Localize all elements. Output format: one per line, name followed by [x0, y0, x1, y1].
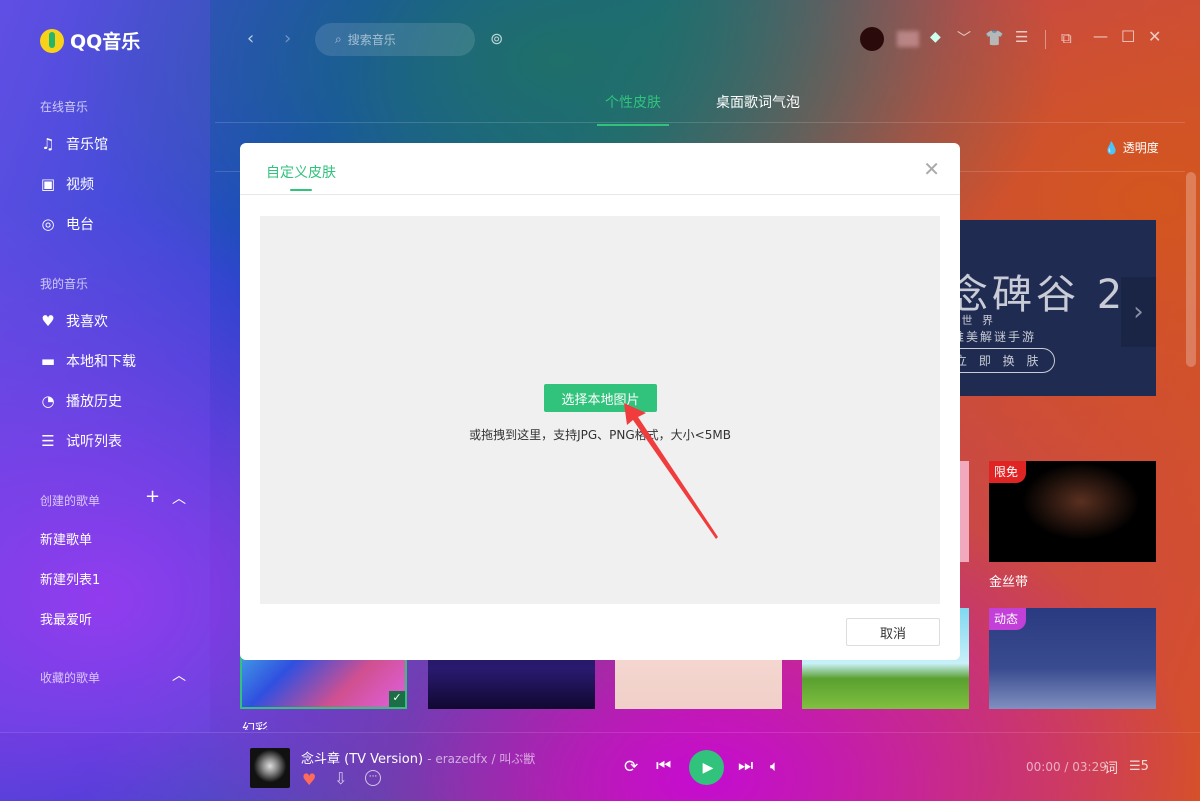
sidebar-item-music-hall[interactable]: ♫ 音乐馆 [40, 134, 108, 154]
annotation-arrow-icon [620, 401, 740, 541]
maximize-icon[interactable]: ☐ [1121, 27, 1135, 46]
queue-icon: ☰ [1129, 759, 1141, 774]
sidebar-item-video[interactable]: ▣ 视频 [40, 174, 94, 194]
sidebar-item-favorites[interactable]: ♥ 我喜欢 [40, 311, 108, 331]
listen-recognize-icon[interactable]: ⊚ [490, 29, 503, 48]
section-mine: 我的音乐 [40, 275, 88, 292]
forward-icon[interactable]: › [284, 28, 291, 49]
drop-icon: 💧 [1104, 141, 1119, 155]
search-placeholder: 搜索音乐 [348, 31, 396, 48]
section-created: 创建的歌单 [40, 492, 100, 509]
history-icon: ◔ [40, 392, 56, 410]
skin-tabs: 个性皮肤 桌面歌词气泡 [605, 92, 800, 112]
label: 本地和下载 [66, 351, 136, 371]
heart-icon: ♥ [40, 312, 56, 330]
avatar[interactable] [860, 27, 884, 51]
collapse-icon[interactable]: ︿ [172, 488, 186, 508]
add-playlist-icon[interactable]: + [145, 486, 160, 507]
artist[interactable]: - erazedfx / 叫ぶ獣 [427, 752, 535, 766]
chevron-down-icon[interactable]: ﹀ [957, 28, 971, 48]
label: 视频 [66, 174, 94, 194]
label: 试听列表 [66, 431, 122, 451]
section-online: 在线音乐 [40, 98, 88, 115]
skin-shirt-icon[interactable]: 👕 [985, 29, 1004, 47]
monitor-icon: ▬ [40, 352, 56, 370]
skin-thumb[interactable]: 限免 [989, 461, 1156, 562]
section-collected: 收藏的歌单 [40, 669, 100, 686]
opacity-button[interactable]: 💧 透明度 [1104, 139, 1159, 156]
username-blurred[interactable] [897, 31, 919, 47]
sidebar-item-local[interactable]: ▬ 本地和下载 [40, 351, 136, 371]
divider [240, 194, 960, 195]
queue-count: 5 [1141, 759, 1149, 774]
previous-icon[interactable]: ⏮ [656, 756, 671, 776]
search-input[interactable]: ⌕ 搜索音乐 [315, 23, 475, 56]
sidebar-item-trial-list[interactable]: ☰ 试听列表 [40, 431, 122, 451]
banner-next-icon[interactable]: › [1121, 277, 1156, 347]
image-drop-zone[interactable]: 选择本地图片 或拖拽到这里，支持JPG、PNG格式，大小<5MB [260, 216, 940, 604]
cancel-button[interactable]: 取消 [846, 618, 940, 646]
menu-icon[interactable]: ☰ [1015, 28, 1028, 46]
playback-time: 00:00 / 03:29 [1026, 760, 1107, 774]
sidebar-item-history[interactable]: ◔ 播放历史 [40, 391, 122, 411]
sidebar: QQ音乐 在线音乐 ♫音乐馆 ▣视频 ◎电台 我的音乐 ♥我喜欢 ▬本地和下载 … [0, 0, 210, 732]
collapse-icon[interactable]: ︿ [172, 665, 186, 685]
upload-hint: 或拖拽到这里，支持JPG、PNG格式，大小<5MB [260, 426, 940, 443]
video-icon: ▣ [40, 175, 56, 193]
divider [1045, 30, 1046, 49]
app-name: QQ音乐 [70, 27, 140, 54]
label: 我喜欢 [66, 311, 108, 331]
scrollbar[interactable] [1186, 172, 1196, 367]
app-logo[interactable]: QQ音乐 [40, 27, 140, 54]
download-icon[interactable]: ⇩ [334, 769, 347, 788]
skin-label: 金丝带 [989, 571, 1028, 589]
tab-personal-skin[interactable]: 个性皮肤 [605, 92, 661, 112]
opacity-label: 透明度 [1123, 141, 1159, 155]
player-bar: 念斗章 (TV Version) - erazedfx / 叫ぶ獣 ♥ ⇩ ··… [0, 732, 1200, 801]
promo-banner[interactable]: 纪念碑谷 2 一 步 一 世 界 令人惊叹的唯美解谜手游 立 即 换 肤 › [940, 220, 1156, 396]
playlist-item[interactable]: 我最爱听 [40, 609, 92, 628]
more-icon[interactable]: ··· [365, 770, 381, 786]
back-icon[interactable]: ‹ [247, 28, 254, 49]
loop-icon[interactable]: ⟳ [624, 757, 638, 777]
playlist-item[interactable]: 新建歌单 [40, 529, 92, 548]
playlist-icon: ☰ [40, 432, 56, 450]
tab-underline [290, 189, 312, 191]
dialog-title-tab[interactable]: 自定义皮肤 [266, 162, 336, 182]
play-button[interactable]: ▶ [689, 750, 724, 785]
skin-label: 幻彩 [242, 718, 268, 730]
queue-button[interactable]: ☰5 [1129, 759, 1149, 774]
custom-skin-dialog: 自定义皮肤 ✕ 选择本地图片 或拖拽到这里，支持JPG、PNG格式，大小<5MB… [240, 143, 960, 660]
sidebar-item-radio[interactable]: ◎ 电台 [40, 214, 94, 234]
skin-thumb[interactable]: 动态 [989, 608, 1156, 709]
qq-music-logo-icon [40, 29, 64, 53]
check-icon: ✓ [389, 691, 405, 707]
playlist-item[interactable]: 新建列表1 [40, 569, 100, 588]
close-icon[interactable]: ✕ [923, 157, 940, 181]
label: 音乐馆 [66, 134, 108, 154]
label: 播放历史 [66, 391, 122, 411]
search-icon: ⌕ [335, 32, 342, 47]
now-playing: 念斗章 (TV Version) - erazedfx / 叫ぶ獣 [301, 748, 535, 767]
vip-diamond-icon[interactable]: ◆ [930, 29, 941, 45]
limited-free-badge: 限免 [989, 461, 1026, 483]
close-icon[interactable]: ✕ [1148, 27, 1161, 46]
mini-mode-icon[interactable]: ⧉ [1061, 29, 1072, 47]
next-icon[interactable]: ⏭ [738, 756, 753, 776]
volume-icon[interactable]: 🔈︎ [770, 757, 779, 775]
minimize-icon[interactable]: — [1093, 27, 1108, 45]
radio-icon: ◎ [40, 215, 56, 233]
album-cover[interactable] [250, 748, 290, 788]
animated-badge: 动态 [989, 608, 1026, 630]
divider [215, 122, 1185, 123]
heart-icon[interactable]: ♥ [302, 770, 316, 789]
music-note-icon: ♫ [40, 135, 56, 153]
lyrics-button[interactable]: 词 [1104, 758, 1118, 778]
tab-lyrics-bubble[interactable]: 桌面歌词气泡 [716, 92, 800, 112]
song-title[interactable]: 念斗章 (TV Version) [301, 752, 423, 767]
label: 电台 [66, 214, 94, 234]
